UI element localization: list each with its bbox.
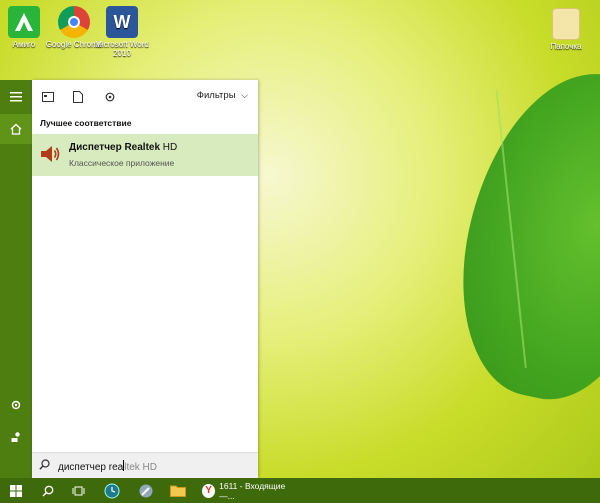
taskbar-window-title: 1611 - Входящие —... <box>219 480 286 501</box>
search-panel: Фильтры ⌵ Лучшее соответствие Диспетчер … <box>32 80 258 479</box>
best-match-result[interactable]: Диспетчер Realtek HD Классическое прилож… <box>32 134 258 176</box>
clock-icon <box>104 483 120 498</box>
best-match-heading: Лучшее соответствие <box>40 118 132 128</box>
yandex-browser-icon: Y <box>202 483 216 498</box>
search-query-suggestion: ltek HD <box>124 462 158 473</box>
hamburger-menu-button[interactable] <box>0 82 32 112</box>
gear-icon <box>11 400 21 410</box>
home-icon <box>10 123 22 135</box>
word-icon: W <box>106 6 138 38</box>
desktop-icon-label: Папочка <box>550 42 582 51</box>
start-button[interactable] <box>0 478 32 503</box>
taskbar-yandex-window[interactable]: Y 1611 - Входящие —... <box>198 478 298 503</box>
home-button[interactable] <box>0 114 32 144</box>
apps-scope-button[interactable] <box>40 89 56 105</box>
search-icon <box>42 485 54 497</box>
task-view-button[interactable] <box>64 478 92 503</box>
taskbar-search-button[interactable] <box>34 478 62 503</box>
search-icon <box>39 459 50 470</box>
gear-icon <box>105 92 115 102</box>
filters-dropdown[interactable]: Фильтры ⌵ <box>197 90 248 101</box>
taskbar-app-tools[interactable] <box>132 478 160 503</box>
amigo-icon <box>8 6 40 38</box>
search-query-typed: диспетчер rea <box>58 462 124 473</box>
search-box[interactable]: диспетчер realtek HD <box>32 452 258 479</box>
taskbar: Y 1611 - Входящие —... <box>0 478 600 503</box>
desktop-icon-word[interactable]: W Microsoft Word 2010 <box>92 6 152 58</box>
tools-icon <box>139 484 153 497</box>
taskbar-explorer[interactable] <box>164 478 192 503</box>
settings-scope-button[interactable] <box>102 89 118 105</box>
desktop-icon-folder[interactable]: Папочка <box>536 8 596 51</box>
result-name-rest: HD <box>160 142 178 153</box>
result-subtitle: Классическое приложение <box>69 158 175 168</box>
window-icon <box>42 92 54 102</box>
search-input[interactable]: диспетчер realtek HD <box>58 460 157 473</box>
speaker-icon <box>41 146 60 162</box>
folder-icon <box>552 8 580 40</box>
feedback-button[interactable] <box>0 422 32 452</box>
result-name-match: Диспетчер Realtek <box>69 142 161 153</box>
desktop-icon-label: Microsoft Word 2010 <box>95 40 149 58</box>
feedback-icon <box>11 432 20 442</box>
hamburger-icon <box>10 92 22 102</box>
settings-button[interactable] <box>0 390 32 420</box>
chevron-down-icon: ⌵ <box>241 90 248 100</box>
wallpaper-leaf <box>437 53 600 417</box>
start-rail <box>0 80 32 478</box>
taskbar-app-clock[interactable] <box>98 478 126 503</box>
result-name: Диспетчер Realtek HD <box>69 142 177 153</box>
document-icon <box>73 91 83 103</box>
task-view-icon <box>72 486 84 495</box>
search-scope-bar: Фильтры ⌵ <box>32 80 258 114</box>
chrome-icon <box>58 6 90 38</box>
windows-logo-icon <box>10 484 22 497</box>
folder-icon <box>170 485 186 497</box>
documents-scope-button[interactable] <box>70 89 86 105</box>
filters-label: Фильтры <box>196 90 236 101</box>
